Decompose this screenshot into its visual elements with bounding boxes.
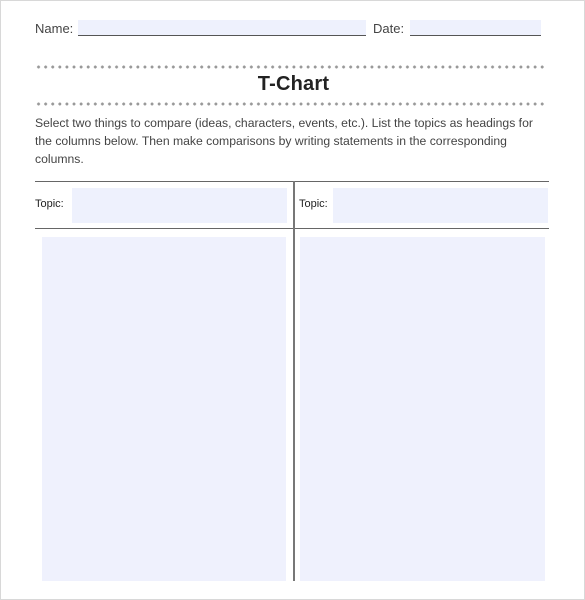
dotted-divider-bottom xyxy=(35,102,547,106)
instructions-text: Select two things to compare (ideas, cha… xyxy=(35,116,533,166)
table-center-divider xyxy=(293,181,295,581)
topic-field-left[interactable] xyxy=(72,188,287,223)
name-field[interactable] xyxy=(78,20,366,36)
name-label: Name: xyxy=(35,21,74,36)
date-label: Date: xyxy=(373,21,405,36)
page-title: T-Chart xyxy=(257,73,330,95)
column-text-area-left[interactable] xyxy=(42,237,286,581)
topic-label-right: Topic: xyxy=(299,198,328,210)
topic-label-left: Topic: xyxy=(35,198,64,210)
table-top-border xyxy=(35,181,549,182)
table-header-border xyxy=(35,228,549,229)
dotted-divider-top xyxy=(35,65,547,69)
worksheet-page: Name: Date: T-Chart Select two things to… xyxy=(0,0,585,600)
date-field[interactable] xyxy=(410,20,541,36)
topic-field-right[interactable] xyxy=(333,188,548,223)
column-text-area-right[interactable] xyxy=(300,237,545,581)
